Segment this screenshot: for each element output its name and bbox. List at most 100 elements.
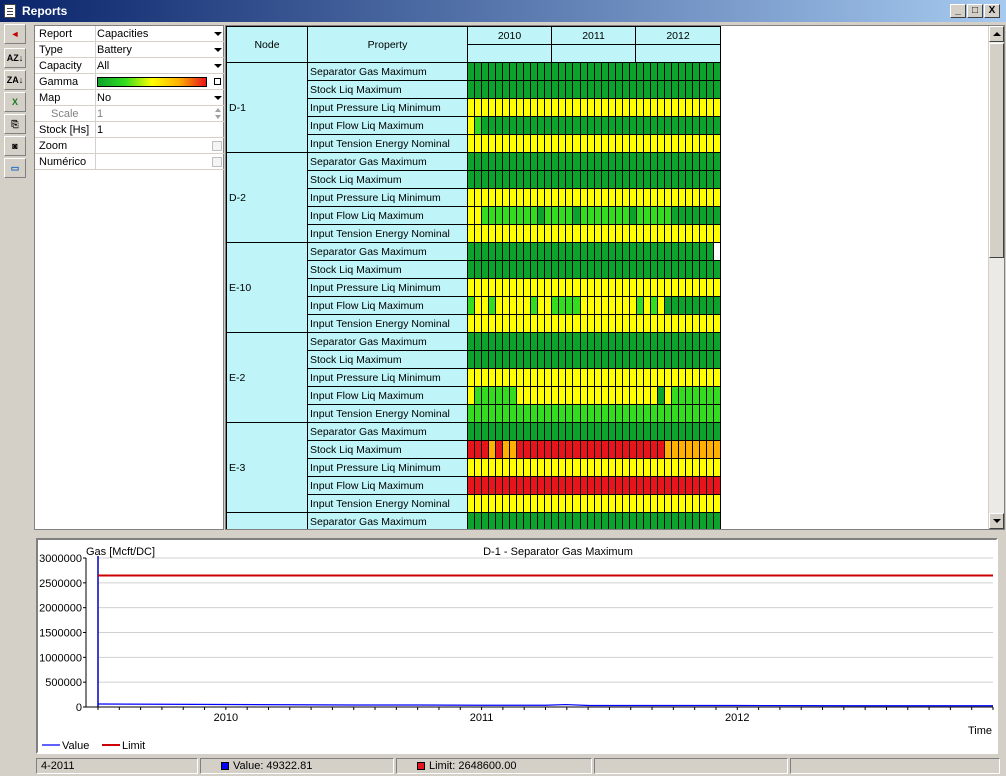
month-cell[interactable]	[664, 477, 672, 494]
month-cell[interactable]	[685, 513, 693, 529]
month-cell[interactable]	[503, 243, 511, 260]
month-cell[interactable]	[601, 135, 609, 152]
month-cell[interactable]	[685, 495, 693, 512]
month-cell[interactable]	[510, 333, 518, 350]
month-cell[interactable]	[650, 513, 658, 529]
month-cell[interactable]	[678, 117, 686, 134]
month-cell[interactable]	[678, 369, 686, 386]
capacity-heatmap-row[interactable]	[467, 422, 721, 441]
property-cell[interactable]: Separator Gas Maximum	[307, 62, 468, 81]
month-cell[interactable]	[707, 171, 715, 188]
month-cell[interactable]	[608, 333, 616, 350]
month-cell[interactable]	[482, 261, 490, 278]
month-cell[interactable]	[496, 189, 504, 206]
month-cell[interactable]	[678, 99, 686, 116]
month-cell[interactable]	[693, 369, 701, 386]
month-cell[interactable]	[636, 441, 644, 458]
month-cell[interactable]	[685, 135, 693, 152]
month-cell[interactable]	[693, 459, 701, 476]
property-row-zoom[interactable]: Zoom	[35, 138, 225, 154]
month-cell[interactable]	[671, 495, 679, 512]
month-cell[interactable]	[643, 189, 651, 206]
month-cell[interactable]	[566, 441, 574, 458]
capacity-heatmap-row[interactable]	[467, 242, 721, 261]
month-cell[interactable]	[594, 261, 602, 278]
month-cell[interactable]	[524, 81, 532, 98]
month-cell[interactable]	[594, 189, 602, 206]
month-cell[interactable]	[657, 279, 665, 296]
month-cell[interactable]	[489, 297, 497, 314]
month-cell[interactable]	[622, 279, 630, 296]
month-cell[interactable]	[707, 441, 715, 458]
month-cell[interactable]	[650, 441, 658, 458]
month-cell[interactable]	[693, 405, 701, 422]
month-cell[interactable]	[482, 459, 490, 476]
month-cell[interactable]	[573, 387, 581, 404]
month-cell[interactable]	[468, 315, 476, 332]
month-cell[interactable]	[714, 441, 721, 458]
month-cell[interactable]	[693, 513, 701, 529]
month-cell[interactable]	[622, 117, 630, 134]
month-cell[interactable]	[496, 477, 504, 494]
month-cell[interactable]	[601, 495, 609, 512]
month-cell[interactable]	[685, 459, 693, 476]
month-cell[interactable]	[517, 171, 525, 188]
property-cell[interactable]: Stock Liq Maximum	[307, 440, 468, 459]
month-cell[interactable]	[503, 315, 511, 332]
month-cell[interactable]	[566, 387, 574, 404]
month-cell[interactable]	[531, 369, 539, 386]
month-cell[interactable]	[496, 423, 504, 440]
dropdown-arrow-icon[interactable]	[214, 64, 222, 68]
month-cell[interactable]	[700, 207, 708, 224]
month-cell[interactable]	[629, 459, 637, 476]
month-cell[interactable]	[496, 207, 504, 224]
month-cell[interactable]	[685, 189, 693, 206]
dropdown-arrow-icon[interactable]	[214, 48, 222, 52]
month-cell[interactable]	[608, 315, 616, 332]
month-cell[interactable]	[615, 279, 623, 296]
month-cell[interactable]	[664, 261, 672, 278]
month-cell[interactable]	[517, 351, 525, 368]
month-cell[interactable]	[615, 459, 623, 476]
month-cell[interactable]	[636, 459, 644, 476]
month-cell[interactable]	[643, 333, 651, 350]
capacity-heatmap-row[interactable]	[467, 80, 721, 99]
month-cell[interactable]	[552, 423, 560, 440]
capacity-heatmap-row[interactable]	[467, 512, 721, 529]
month-cell[interactable]	[671, 387, 679, 404]
month-cell[interactable]	[601, 513, 609, 529]
capacity-heatmap-row[interactable]	[467, 62, 721, 81]
month-cell[interactable]	[622, 315, 630, 332]
month-cell[interactable]	[475, 135, 483, 152]
month-cell[interactable]	[580, 315, 588, 332]
month-cell[interactable]	[664, 387, 672, 404]
month-cell[interactable]	[538, 171, 546, 188]
month-cell[interactable]	[629, 225, 637, 242]
month-cell[interactable]	[559, 135, 567, 152]
month-cell[interactable]	[559, 351, 567, 368]
month-cell[interactable]	[468, 171, 476, 188]
month-cell[interactable]	[685, 207, 693, 224]
month-cell[interactable]	[524, 459, 532, 476]
month-cell[interactable]	[573, 441, 581, 458]
month-cell[interactable]	[700, 189, 708, 206]
month-cell[interactable]	[601, 63, 609, 80]
month-cell[interactable]	[552, 243, 560, 260]
month-cell[interactable]	[538, 261, 546, 278]
month-cell[interactable]	[489, 171, 497, 188]
capacity-heatmap-row[interactable]	[467, 134, 721, 153]
month-cell[interactable]	[545, 153, 553, 170]
property-cell[interactable]: Input Pressure Liq Minimum	[307, 188, 468, 207]
month-cell[interactable]	[685, 63, 693, 80]
month-cell[interactable]	[587, 387, 595, 404]
month-cell[interactable]	[678, 459, 686, 476]
month-cell[interactable]	[678, 81, 686, 98]
month-cell[interactable]	[510, 117, 518, 134]
month-cell[interactable]	[489, 207, 497, 224]
month-cell[interactable]	[468, 297, 476, 314]
property-cell[interactable]: Input Tension Energy Nominal	[307, 494, 468, 513]
month-cell[interactable]	[587, 495, 595, 512]
month-cell[interactable]	[531, 477, 539, 494]
month-cell[interactable]	[524, 513, 532, 529]
capacity-heatmap-row[interactable]	[467, 458, 721, 477]
